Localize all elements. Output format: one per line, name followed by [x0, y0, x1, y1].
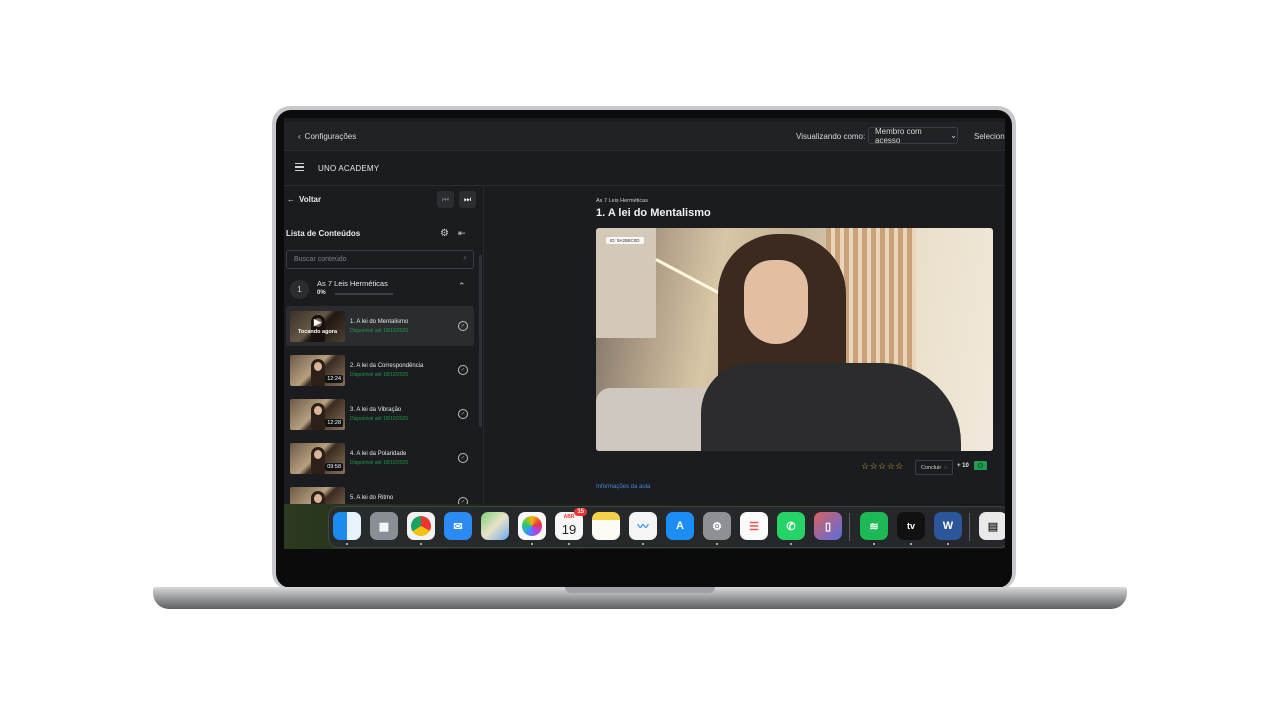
lesson-title: 3. A lei da Vibração — [350, 407, 402, 413]
lesson-title: 1. A lei do Mentalismo — [350, 319, 409, 325]
page-title: 1. A lei do Mentalismo — [596, 207, 711, 219]
skip-back-icon: ⏮ — [441, 194, 450, 204]
star-rating[interactable]: ☆☆☆☆☆ — [861, 461, 904, 472]
content-list-title: Lista de Conteúdos — [286, 229, 361, 238]
module-progress-label: 0% — [317, 290, 326, 296]
points-label: + 10 — [957, 463, 969, 469]
lesson-thumbnail: 12:24 — [290, 355, 345, 386]
back-to-settings-label: Configurações — [304, 131, 357, 141]
complete-lesson-button[interactable]: Concluir ◌ — [915, 460, 954, 475]
calendar-day: 19 — [561, 521, 577, 537]
app-store-icon[interactable]: A — [666, 512, 694, 540]
viewing-as-label: Visualizando como: — [796, 131, 866, 141]
macos-dock: ▦ ✉ ABR 19 15 〰 A ⚙ ☰ ✆ ▯ ≋ tv W ▤ — [328, 506, 1005, 548]
mail-icon[interactable]: ✉ — [444, 512, 472, 540]
check-circle-icon[interactable]: ✓ — [458, 409, 468, 419]
select-member-link[interactable]: Seleciona — [974, 132, 1005, 141]
app-header: UNO ACADEMY — [284, 151, 1005, 186]
reminders-icon[interactable]: ☰ — [740, 512, 768, 540]
viewer-role-value: Membro com acesso — [875, 126, 922, 145]
check-circle-icon: ◌ — [944, 464, 948, 471]
lesson-availability: Disponível até 18/10/2025 — [350, 328, 409, 334]
preview-topbar: ‹ Configurações Visualizando como: Membr… — [284, 122, 1005, 151]
arrow-left-icon: ← — [287, 195, 295, 204]
lesson-item[interactable]: 12:24 2. A lei da Correspondência Dispon… — [286, 350, 474, 390]
lesson-thumbnail: 12:28 — [290, 399, 345, 430]
previous-lesson-button[interactable]: ⏮ — [437, 191, 454, 208]
lesson-item[interactable]: ▶ Tocando agora 1. A lei do Mentalismo D… — [286, 306, 474, 346]
lesson-title: 5. A lei do Ritmo — [350, 495, 394, 501]
search-icon: ⌕ — [463, 255, 467, 262]
calendar-badge: 15 — [574, 508, 587, 516]
lesson-info-link[interactable]: Informações da aula — [596, 484, 650, 490]
launchpad-icon[interactable]: ▦ — [370, 512, 398, 540]
back-to-settings-link[interactable]: ‹ Configurações — [298, 132, 356, 141]
apple-tv-icon[interactable]: tv — [897, 512, 925, 540]
lesson-thumbnail: 09:58 — [290, 443, 345, 474]
maps-icon[interactable] — [481, 512, 509, 540]
search-input[interactable]: Buscar conteúdo ⌕ — [286, 250, 474, 269]
check-circle-icon[interactable]: ✓ — [458, 321, 468, 331]
video-player[interactable]: ID: 9A2B6C0D — [596, 228, 993, 451]
lesson-title: 2. A lei da Correspondência — [350, 363, 424, 369]
chevron-down-icon: ⌄ — [950, 131, 957, 140]
now-playing-label: Tocando agora — [297, 329, 337, 335]
video-id-badge: ID: 9A2B6C0D — [606, 237, 644, 244]
module-progress-bar — [335, 293, 393, 295]
gear-icon[interactable]: ⚙ — [440, 228, 449, 239]
chevron-up-icon[interactable]: ⌃ — [458, 281, 466, 292]
calendar-icon[interactable]: ABR 19 15 — [555, 508, 587, 540]
play-icon: ▶ — [314, 317, 321, 327]
collapse-sidebar-icon[interactable]: ⇤ — [458, 228, 466, 239]
lesson-title: 4. A lei da Polaridade — [350, 451, 407, 457]
lesson-item[interactable]: 12:28 3. A lei da Vibração Disponível at… — [286, 394, 474, 434]
chevron-left-icon: ‹ — [298, 131, 301, 141]
check-circle-icon[interactable]: ✓ — [458, 453, 468, 463]
hamburger-menu-icon[interactable] — [295, 163, 304, 172]
back-button[interactable]: ← Voltar — [287, 195, 321, 204]
laptop-notch — [565, 587, 715, 593]
module-title: As 7 Leis Herméticas — [317, 279, 388, 288]
lesson-thumbnail: ▶ Tocando agora — [290, 311, 345, 342]
now-playing-overlay: ▶ Tocando agora — [290, 311, 345, 342]
viewer-role-select[interactable]: Membro com acesso ⌄ — [868, 126, 958, 145]
complete-label: Concluir — [921, 464, 942, 471]
photos-icon[interactable] — [518, 512, 546, 540]
spotify-icon[interactable]: ≋ — [860, 512, 888, 540]
money-icon — [974, 461, 987, 470]
system-settings-icon[interactable]: ⚙ — [703, 512, 731, 540]
content-sidebar: ← Voltar ⏮ ⏭ Lista de Conteúdos ⚙ ⇤ Busc… — [284, 185, 484, 549]
laptop-screen: ‹ Configurações Visualizando como: Membr… — [284, 118, 1005, 549]
lesson-item[interactable]: 09:58 4. A lei da Polaridade Disponível … — [286, 438, 474, 478]
lesson-duration: 12:28 — [325, 419, 343, 427]
module-header[interactable]: 1 As 7 Leis Herméticas 0% ⌃ — [290, 277, 475, 307]
lesson-availability: Disponível até 18/10/2025 — [350, 372, 409, 378]
lesson-duration: 09:58 — [325, 463, 343, 471]
sidebar-scrollbar[interactable] — [479, 255, 482, 427]
search-placeholder: Buscar conteúdo — [294, 256, 347, 263]
module-number: 1 — [290, 280, 309, 299]
freeform-icon[interactable]: 〰 — [629, 512, 657, 540]
downloads-stack-icon[interactable]: ▤ — [979, 512, 1005, 540]
lesson-duration: 12:24 — [325, 375, 343, 383]
word-icon[interactable]: W — [934, 512, 962, 540]
brand-name: UNO ACADEMY — [318, 163, 380, 173]
next-lesson-button[interactable]: ⏭ — [459, 191, 476, 208]
check-circle-icon[interactable]: ✓ — [458, 365, 468, 375]
back-label: Voltar — [299, 195, 322, 204]
iphone-mirroring-icon[interactable]: ▯ — [814, 512, 842, 540]
lesson-availability: Disponível até 18/10/2025 — [350, 416, 409, 422]
breadcrumb[interactable]: As 7 Leis Herméticas — [596, 198, 648, 204]
lesson-availability: Disponível até 18/10/2025 — [350, 460, 409, 466]
whatsapp-icon[interactable]: ✆ — [777, 512, 805, 540]
skip-forward-icon: ⏭ — [463, 194, 472, 204]
finder-icon[interactable] — [333, 512, 361, 540]
notes-icon[interactable] — [592, 512, 620, 540]
chrome-icon[interactable] — [407, 512, 435, 540]
